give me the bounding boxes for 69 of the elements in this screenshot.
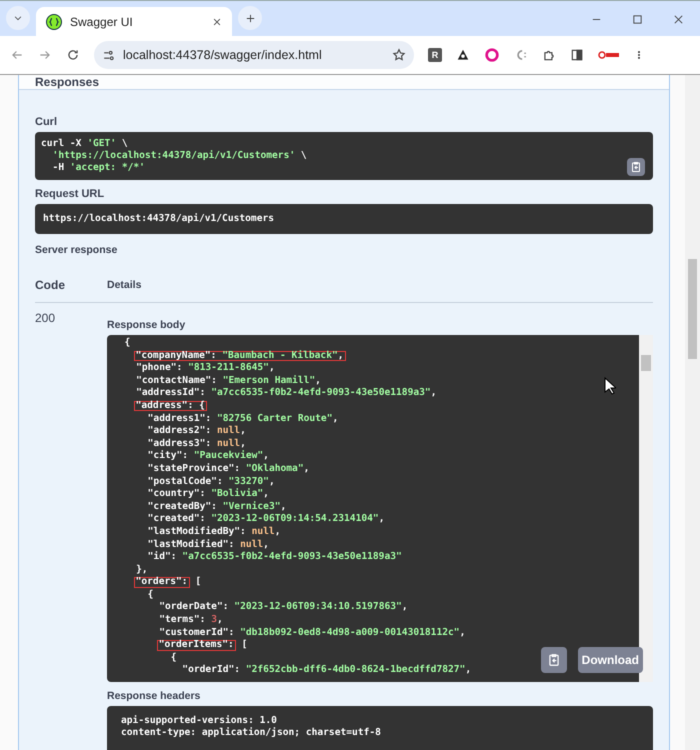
tab-title: Swagger UI <box>70 14 134 28</box>
side-panel-icon[interactable] <box>570 48 584 62</box>
copy-button[interactable] <box>627 158 645 176</box>
code-line: { <box>148 588 154 602</box>
curl-label: Curl <box>35 116 58 128</box>
code-line: "country": "Bolivia", <box>148 488 269 501</box>
code-line: "postalCode": "33270", <box>148 476 275 488</box>
close-icon[interactable] <box>212 16 222 26</box>
response-headers-label: Response headers <box>107 690 202 702</box>
plus-icon[interactable] <box>244 12 256 24</box>
extension-icon[interactable] <box>456 48 470 62</box>
code-line: }, <box>136 564 148 576</box>
server-response-label: Server response <box>35 244 118 256</box>
swagger-logo-icon <box>46 14 62 30</box>
code-line: curl -X 'GET' \ <box>41 138 128 150</box>
new-tab-button[interactable] <box>238 6 262 30</box>
clipboard-icon <box>630 161 642 173</box>
code-line: "contactName": "Emerson Hamill", <box>136 374 321 388</box>
code-line: "city": "Paucekview", <box>148 450 269 463</box>
code-line: "lastModifiedBy": null, <box>148 526 280 538</box>
column-header: Code <box>35 278 66 292</box>
code-line: "address1": "82756 Carter Route", <box>148 412 338 426</box>
header-line: content-type: application/json; charset=utf-8 <box>121 727 382 739</box>
code-line: "address2": null, <box>148 425 246 438</box>
maximize-icon[interactable] <box>632 14 643 24</box>
scrollbar[interactable] <box>639 335 653 682</box>
request-url-field: https://localhost:44378/api/v1/Customers <box>35 204 653 234</box>
site-settings-icon[interactable] <box>102 48 115 62</box>
close-icon[interactable] <box>673 14 684 24</box>
code-line: "customerId": "db18b092-0ed8-4d98-a009-00143018112c", <box>159 626 466 640</box>
code-line: { <box>170 652 177 664</box>
section-title: Responses <box>35 75 100 89</box>
code-line: { <box>124 337 130 350</box>
code-line: "terms": 3, <box>159 614 223 627</box>
highlight-box: "companyName": "Baumbach - Kilback", <box>134 350 346 362</box>
column-header: Details <box>107 278 142 292</box>
code-line: -H 'accept: */*' <box>52 162 145 174</box>
highlight-box: "orderItems": <box>156 640 236 651</box>
puzzle-icon[interactable] <box>542 48 556 62</box>
header-line: api-supported-versions: 1.0 <box>121 715 278 727</box>
browser-tab[interactable]: Swagger UI <box>36 7 232 36</box>
status-code: 200 <box>35 311 56 327</box>
code-line: "id": "a7cc6535-f0b2-4efd-9093-43e50e1189a3" <box>148 551 402 564</box>
code-line: "orderId": "2f652cbb-dff6-4db0-8624-1becdffd7827", <box>182 664 472 678</box>
code-line: "phone": "813-211-8645", <box>136 362 275 375</box>
address-bar[interactable]: localhost:44378/swagger/index.html <box>94 41 414 69</box>
highlight-box: "orders": <box>134 577 190 588</box>
code-line: "address3": null, <box>148 438 246 450</box>
cursor-icon <box>604 377 616 395</box>
code-line: "orders": [ <box>136 576 202 589</box>
response-body-label: Response body <box>107 319 186 331</box>
request-url-label: Request URL <box>35 188 106 200</box>
copy-button[interactable] <box>541 647 567 673</box>
code-line: "created": "2023-12-06T09:14:54.2314104", <box>148 513 384 526</box>
code-line: "orderItems": [ <box>159 639 248 652</box>
star-icon[interactable] <box>392 48 406 62</box>
clipboard-icon <box>547 653 561 667</box>
code-line: "orderDate": "2023-12-06T09:34:10.5197863", <box>159 601 408 614</box>
extension-icon[interactable]: R <box>428 48 442 62</box>
highlight-box: "address": { <box>134 400 207 412</box>
code-line: "createdBy": "Vernice3", <box>148 500 286 514</box>
code-line: "lastModified": null, <box>148 538 269 551</box>
url-text: localhost:44378/swagger/index.html <box>123 48 323 62</box>
page-scrollbar[interactable] <box>685 75 700 750</box>
code-line: "stateProvince": "Oklahoma", <box>148 462 310 476</box>
reload-icon[interactable] <box>66 48 80 62</box>
download-button[interactable]: Download <box>578 647 643 673</box>
code-line: "addressId": "a7cc6535-f0b2-4efd-9093-43e50e1189a3", <box>136 387 436 400</box>
code-line: 'https://localhost:44378/api/v1/Customers' \ <box>52 150 307 162</box>
